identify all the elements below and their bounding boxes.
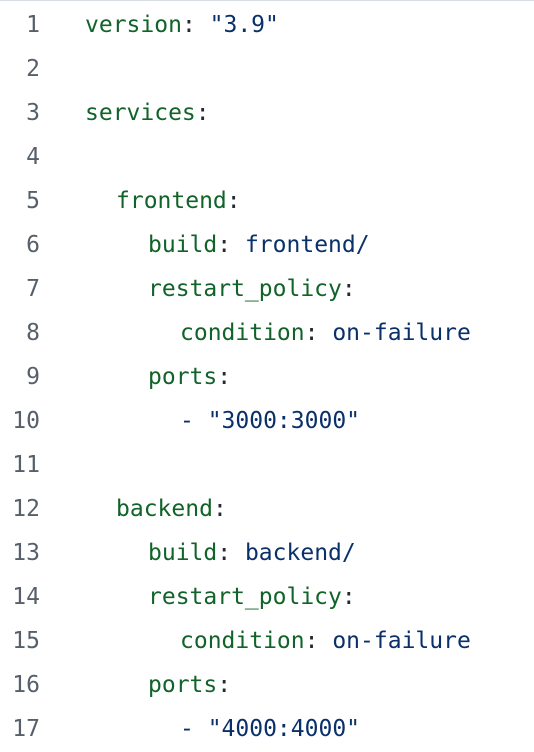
line-number: 13 bbox=[12, 540, 40, 566]
yaml-key: build bbox=[148, 540, 218, 566]
code-line[interactable]: 5 frontend: bbox=[0, 179, 534, 223]
code-line[interactable]: 1 version: "3.9" bbox=[0, 3, 534, 47]
line-content: restart_policy: bbox=[148, 584, 356, 610]
yaml-separator: : bbox=[226, 188, 241, 214]
code-line[interactable]: 17 - "4000:4000" bbox=[0, 707, 534, 751]
line-content: backend: bbox=[116, 496, 227, 522]
code-line[interactable]: 6 build: frontend/ bbox=[0, 223, 534, 267]
line-content: build: backend/ bbox=[148, 540, 356, 566]
code-line[interactable]: 3 services: bbox=[0, 91, 534, 135]
line-number: 10 bbox=[12, 408, 40, 434]
yaml-value: on-failure bbox=[332, 320, 471, 346]
line-number: 15 bbox=[12, 628, 40, 654]
line-content: ports: bbox=[148, 364, 231, 390]
yaml-key: ports bbox=[148, 672, 218, 698]
line-number: 12 bbox=[12, 496, 40, 522]
yaml-value: backend/ bbox=[244, 540, 356, 566]
yaml-key: restart_policy bbox=[148, 276, 342, 302]
line-content: condition: on-failure bbox=[180, 628, 471, 654]
yaml-value: frontend/ bbox=[244, 232, 370, 258]
line-number: 17 bbox=[12, 716, 40, 742]
line-number: 8 bbox=[26, 320, 40, 346]
code-line[interactable]: 15 condition: on-failure bbox=[0, 619, 534, 663]
line-content: - "4000:4000" bbox=[180, 716, 360, 742]
code-line[interactable]: 7 restart_policy: bbox=[0, 267, 534, 311]
code-line[interactable]: 13 build: backend/ bbox=[0, 531, 534, 575]
code-editor[interactable]: 1 version: "3.9" 2 3 services: 4 5 front… bbox=[0, 0, 534, 752]
code-line[interactable]: 10 - "3000:3000" bbox=[0, 399, 534, 443]
line-number: 4 bbox=[26, 144, 40, 170]
line-number: 7 bbox=[26, 276, 40, 302]
line-number: 6 bbox=[26, 232, 40, 258]
line-content: ports: bbox=[148, 672, 231, 698]
yaml-separator: : bbox=[217, 540, 245, 566]
line-number: 16 bbox=[12, 672, 40, 698]
code-line[interactable]: 9 ports: bbox=[0, 355, 534, 399]
yaml-key: condition bbox=[180, 628, 305, 654]
yaml-separator: : bbox=[217, 364, 232, 390]
line-content: services: bbox=[85, 100, 210, 126]
yaml-separator: : bbox=[304, 320, 333, 346]
line-content: frontend: bbox=[116, 188, 241, 214]
yaml-separator: : bbox=[195, 100, 210, 126]
yaml-separator: : bbox=[304, 628, 333, 654]
line-number: 11 bbox=[12, 452, 40, 478]
yaml-key: ports bbox=[148, 364, 218, 390]
yaml-key: backend bbox=[116, 496, 213, 522]
yaml-list-item: - "4000:4000" bbox=[180, 716, 361, 742]
code-line[interactable]: 4 bbox=[0, 135, 534, 179]
code-line[interactable]: 8 condition: on-failure bbox=[0, 311, 534, 355]
yaml-key: services bbox=[85, 100, 196, 126]
yaml-key: build bbox=[148, 232, 218, 258]
yaml-separator: : bbox=[341, 276, 356, 302]
line-number: 9 bbox=[26, 364, 40, 390]
code-line[interactable]: 11 bbox=[0, 443, 534, 487]
yaml-key: frontend bbox=[116, 188, 227, 214]
yaml-separator: : bbox=[181, 12, 210, 38]
yaml-separator: : bbox=[217, 672, 232, 698]
yaml-separator: : bbox=[217, 232, 245, 258]
code-line[interactable]: 2 bbox=[0, 47, 534, 91]
yaml-key: version bbox=[85, 12, 182, 38]
yaml-list-item: - "3000:3000" bbox=[180, 408, 361, 434]
yaml-value: on-failure bbox=[332, 628, 471, 654]
line-content: - "3000:3000" bbox=[180, 408, 360, 434]
line-content: build: frontend/ bbox=[148, 232, 370, 258]
yaml-value: "3.9" bbox=[209, 12, 279, 38]
line-number: 2 bbox=[26, 56, 40, 82]
line-content: version: "3.9" bbox=[85, 12, 279, 38]
yaml-separator: : bbox=[212, 496, 227, 522]
line-number: 5 bbox=[26, 188, 40, 214]
line-content: condition: on-failure bbox=[180, 320, 471, 346]
line-number: 1 bbox=[26, 12, 40, 38]
code-line[interactable]: 16 ports: bbox=[0, 663, 534, 707]
line-number: 14 bbox=[12, 584, 40, 610]
line-number: 3 bbox=[26, 100, 40, 126]
line-content: restart_policy: bbox=[148, 276, 356, 302]
yaml-separator: : bbox=[341, 584, 356, 610]
yaml-key: condition bbox=[180, 320, 305, 346]
code-line[interactable]: 12 backend: bbox=[0, 487, 534, 531]
yaml-key: restart_policy bbox=[148, 584, 342, 610]
code-line[interactable]: 14 restart_policy: bbox=[0, 575, 534, 619]
